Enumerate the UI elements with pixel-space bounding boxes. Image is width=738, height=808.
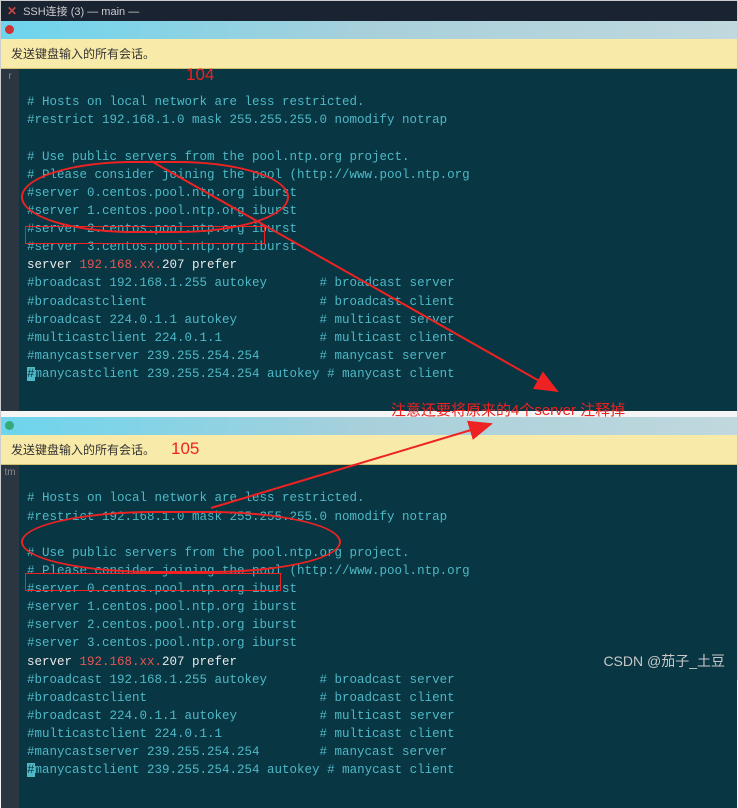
broadcast-banner-top: 发送键盘输入的所有会话。 bbox=[1, 39, 737, 69]
config-line: #server 0.centos.pool.ntp.org iburst bbox=[27, 186, 297, 200]
cursor-icon: # bbox=[27, 763, 35, 777]
status-dot-icon bbox=[5, 25, 14, 34]
server-line-bottom: server 192.168.xx.207 prefer bbox=[27, 655, 237, 669]
tab-title-top: SSH连接 (3) — main — bbox=[23, 3, 139, 19]
terminal-bottom[interactable]: # Hosts on local network are less restri… bbox=[19, 465, 737, 807]
config-line: #server 3.centos.pool.ntp.org iburst bbox=[27, 636, 297, 650]
config-line: #multicastclient 224.0.1.1 # multicast c… bbox=[27, 727, 455, 741]
gutter-char: r bbox=[8, 71, 11, 82]
cursor-icon: # bbox=[27, 367, 35, 381]
config-line: #manycastclient 239.255.254.254 autokey … bbox=[27, 763, 455, 777]
gutter-bottom: tm bbox=[1, 465, 19, 807]
gutter-char: tm bbox=[4, 467, 15, 478]
config-line: # Use public servers from the pool.ntp.o… bbox=[27, 546, 410, 560]
config-line: #server 1.centos.pool.ntp.org iburst bbox=[27, 600, 297, 614]
config-line: #broadcast 224.0.1.1 autokey # multicast… bbox=[27, 313, 455, 327]
config-line: # Hosts on local network are less restri… bbox=[27, 95, 365, 109]
config-line: #broadcast 224.0.1.1 autokey # multicast… bbox=[27, 709, 455, 723]
gutter-top: r bbox=[1, 69, 19, 411]
config-line: #restrict 192.168.1.0 mask 255.255.255.0… bbox=[27, 510, 447, 524]
broadcast-banner-bottom: 发送键盘输入的所有会话。 bbox=[1, 435, 737, 465]
config-line: #broadcastclient # broadcast client bbox=[27, 691, 455, 705]
indicator-bar-top bbox=[1, 21, 737, 39]
config-line: #server 1.centos.pool.ntp.org iburst bbox=[27, 204, 297, 218]
config-line: #server 2.centos.pool.ntp.org iburst bbox=[27, 618, 297, 632]
config-line: #manycastserver 239.255.254.254 # manyca… bbox=[27, 349, 447, 363]
config-line: #server 2.centos.pool.ntp.org iburst bbox=[27, 222, 297, 236]
indicator-bar-bottom bbox=[1, 417, 737, 435]
config-line: #broadcastclient # broadcast client bbox=[27, 295, 455, 309]
server-ip-bottom: 192.168.xx. bbox=[80, 655, 163, 669]
config-line: # Use public servers from the pool.ntp.o… bbox=[27, 150, 410, 164]
server-ip-top: 192.168.xx. bbox=[80, 258, 163, 272]
config-line: #multicastclient 224.0.1.1 # multicast c… bbox=[27, 331, 455, 345]
session-bottom: 发送键盘输入的所有会话。 tm # Hosts on local network… bbox=[1, 417, 737, 807]
config-line: #broadcast 192.168.1.255 autokey # broad… bbox=[27, 276, 455, 290]
config-line: # Hosts on local network are less restri… bbox=[27, 491, 365, 505]
config-line: #manycastclient 239.255.254.254 autokey … bbox=[27, 367, 455, 381]
config-line: # Please consider joining the pool (http… bbox=[27, 168, 470, 182]
terminal-top[interactable]: # Hosts on local network are less restri… bbox=[19, 69, 737, 411]
config-line: #server 0.centos.pool.ntp.org iburst bbox=[27, 582, 297, 596]
tab-bar-top: ✕ SSH连接 (3) — main — bbox=[1, 1, 737, 21]
server-line-top: server 192.168.xx.207 prefer bbox=[27, 258, 237, 272]
session-top: ✕ SSH连接 (3) — main — 发送键盘输入的所有会话。 r # Ho… bbox=[1, 1, 737, 411]
config-line: #server 3.centos.pool.ntp.org iburst bbox=[27, 240, 297, 254]
close-icon[interactable]: ✕ bbox=[7, 4, 17, 18]
config-line: # Please consider joining the pool (http… bbox=[27, 564, 470, 578]
status-dot-icon bbox=[5, 421, 14, 430]
config-line: #manycastserver 239.255.254.254 # manyca… bbox=[27, 745, 447, 759]
config-line: #restrict 192.168.1.0 mask 255.255.255.0… bbox=[27, 113, 447, 127]
